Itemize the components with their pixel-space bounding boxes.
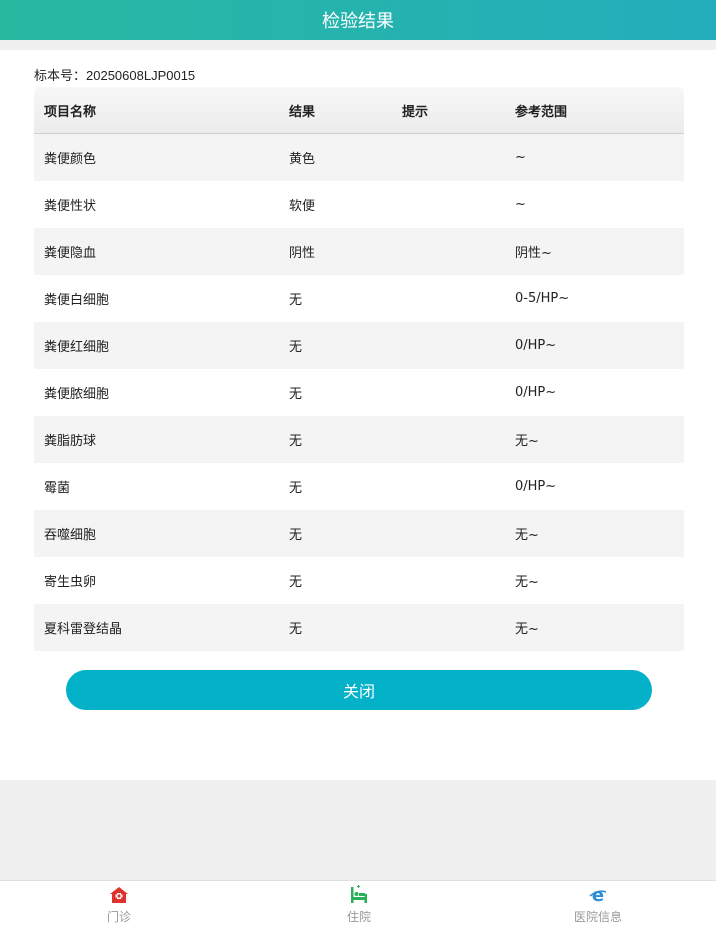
table-row: 粪便脓细胞 无 0/HP~: [34, 369, 684, 416]
cell-item-name: 霉菌: [44, 481, 71, 496]
cell-result: 软便: [289, 199, 316, 214]
table-row: 粪便红细胞 无 0/HP~: [34, 322, 684, 369]
cell-item-name: 粪便颜色: [44, 152, 97, 167]
cell-result: 无: [289, 622, 303, 637]
table-row: 粪便颜色 黄色 ~: [34, 134, 684, 181]
cell-reference-range: 0/HP~: [515, 385, 557, 400]
cell-item-name: 吞噬细胞: [44, 528, 97, 543]
cell-item-name: 粪便隐血: [44, 246, 97, 261]
cell-result: 无: [289, 293, 303, 308]
results-table: 项目名称 结果 提示 参考范围 粪便颜色 黄色 ~ 粪便性状 软便 ~ 粪便隐血 阴性 阴性~ 粪…: [34, 87, 684, 651]
column-header-result: 结果: [289, 104, 316, 120]
tab-outpatient[interactable]: 门诊: [59, 881, 179, 927]
cell-result: 无: [289, 434, 303, 449]
cell-result: 无: [289, 528, 303, 543]
cell-reference-range: ~: [515, 150, 526, 165]
cell-reference-range: 无~: [515, 575, 539, 590]
table-row: 粪脂肪球 无 无~: [34, 416, 684, 463]
cell-reference-range: 阴性~: [515, 246, 552, 261]
page-title: 检验结果: [322, 11, 394, 32]
table-row: 粪便性状 软便 ~: [34, 181, 684, 228]
cell-reference-range: 无~: [515, 434, 539, 449]
cell-item-name: 粪脂肪球: [44, 434, 97, 449]
cell-reference-range: 0-5/HP~: [515, 291, 570, 306]
table-row: 夏科雷登结晶 无 无~: [34, 604, 684, 651]
cell-item-name: 粪便性状: [44, 199, 97, 214]
table-row: 吞噬细胞 无 无~: [34, 510, 684, 557]
cell-item-name: 粪便红细胞: [44, 340, 110, 355]
column-header-hint: 提示: [402, 104, 429, 120]
tab-label-inpatient: 住院: [346, 909, 371, 924]
specimen-number: 标本号：20250608LJP0015: [34, 68, 196, 83]
cell-reference-range: 0/HP~: [515, 479, 557, 494]
browser-e-icon: e: [589, 885, 607, 905]
table-body: 粪便颜色 黄色 ~ 粪便性状 软便 ~ 粪便隐血 阴性 阴性~ 粪便白细胞无 0-5/HP~ 粪便红细…: [34, 134, 684, 651]
tab-inpatient[interactable]: 住院: [299, 881, 419, 927]
cell-result: 无: [289, 387, 303, 402]
tab-label-hospital-info: 医院信息: [573, 909, 622, 924]
cell-reference-range: 无~: [515, 622, 539, 637]
cell-result: 无: [289, 575, 303, 590]
cell-result: 阴性: [289, 246, 316, 261]
table-row: 粪便白细胞 无 0-5/HP~: [34, 275, 684, 322]
close-button[interactable]: 关闭: [66, 670, 652, 710]
cell-result: 无: [289, 340, 303, 355]
cell-item-name: 粪便脓细胞: [44, 387, 110, 402]
cell-item-name: 寄生虫卵: [44, 575, 97, 590]
result-panel: 标本号：20250608LJP0015 项目名称 结果 提示 参考范围 粪便颜色…: [0, 50, 716, 780]
cell-reference-range: 无~: [515, 528, 539, 543]
table-header: 项目名称 结果 提示 参考范围: [34, 87, 684, 134]
column-header-range: 参考范围: [515, 104, 568, 120]
bottom-tab-bar: 门诊 住院 e 医院信息: [0, 880, 716, 927]
outpatient-house-icon: [110, 886, 128, 903]
cell-item-name: 粪便白细胞: [44, 293, 110, 308]
cell-reference-range: 0/HP~: [515, 338, 557, 353]
page-header: 检验结果: [0, 0, 716, 40]
hospital-bed-icon: [351, 884, 367, 903]
cell-result: 黄色: [289, 152, 316, 167]
table-row: 寄生虫卵 无 无~: [34, 557, 684, 604]
svg-text:e: e: [592, 885, 604, 905]
cell-reference-range: ~: [515, 197, 526, 212]
column-header-name: 项目名称: [44, 104, 97, 120]
cell-item-name: 夏科雷登结晶: [44, 622, 123, 637]
tab-hospital-info[interactable]: e 医院信息: [538, 881, 658, 927]
table-row: 粪便隐血 阴性 阴性~: [34, 228, 684, 275]
tab-label-outpatient: 门诊: [106, 909, 131, 924]
cell-result: 无: [289, 481, 303, 496]
table-row: 霉菌 无 0/HP~: [34, 463, 684, 510]
